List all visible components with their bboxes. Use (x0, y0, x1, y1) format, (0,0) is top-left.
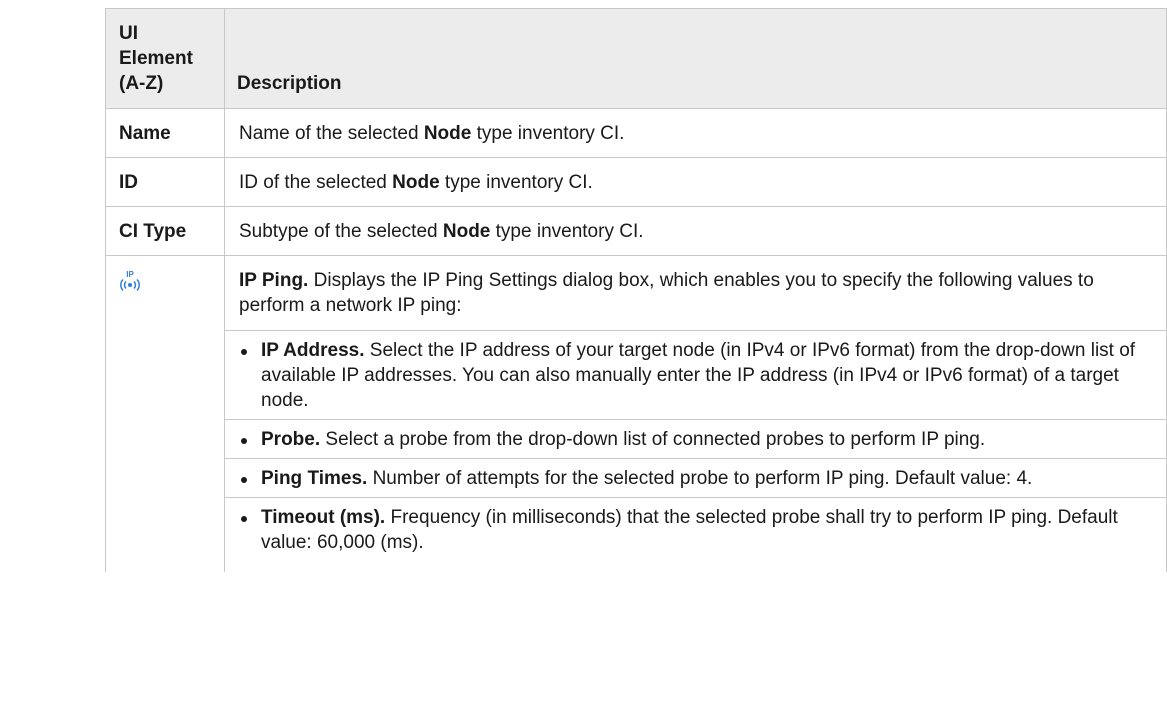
desc-text: type inventory CI. (471, 123, 625, 144)
list-item: IP Address. Select the IP address of you… (225, 331, 1166, 419)
desc-text: Subtype of the selected (239, 221, 443, 242)
ip-ping-description: IP Ping. Displays the IP Ping Settings d… (224, 255, 1167, 572)
bullet-icon (241, 477, 247, 483)
table-row: CI Type Subtype of the selected Node typ… (105, 206, 1167, 256)
table-row-ip-ping: IP IP Ping. Displays the IP Ping Setting… (105, 255, 1167, 572)
option-term: Timeout (ms). (261, 507, 386, 528)
table-row: ID ID of the selected Node type inventor… (105, 157, 1167, 207)
header-ui-element-label: UI Element (A-Z) (119, 23, 193, 94)
desc-bold: Node (423, 123, 472, 144)
option-text: Select a probe from the drop-down list o… (320, 429, 986, 450)
desc-text: ID of the selected (239, 172, 393, 193)
ip-ping-icon: IP (119, 269, 141, 293)
ip-ping-title: IP Ping. (239, 270, 309, 291)
ip-ping-icon-text: IP (126, 270, 134, 279)
table-header-row: UI Element (A-Z) Description (105, 8, 1167, 109)
header-ui-element: UI Element (A-Z) (105, 8, 225, 109)
desc-text: type inventory CI. (439, 172, 593, 193)
option-text: Frequency (in milliseconds) that the sel… (261, 507, 1118, 553)
bullet-icon (241, 516, 247, 522)
table-row: Name Name of the selected Node type inve… (105, 108, 1167, 158)
list-item: Timeout (ms). Frequency (in milliseconds… (225, 497, 1166, 561)
list-item: Ping Times. Number of attempts for the s… (225, 458, 1166, 497)
ip-ping-intro-text: Displays the IP Ping Settings dialog box… (239, 270, 1094, 316)
list-item: Probe. Select a probe from the drop-down… (225, 419, 1166, 458)
option-term: Ping Times. (261, 468, 368, 489)
option-text: Select the IP address of your target nod… (261, 340, 1136, 411)
row-description: ID of the selected Node type inventory C… (224, 157, 1167, 207)
desc-bold: Node (392, 172, 440, 193)
ui-elements-table: UI Element (A-Z) Description Name Name o… (105, 8, 1167, 572)
row-description: Subtype of the selected Node type invent… (224, 206, 1167, 256)
bullet-icon (241, 438, 247, 444)
desc-text: type inventory CI. (490, 221, 644, 242)
desc-text: Name of the selected (239, 123, 424, 144)
ip-ping-options-list: IP Address. Select the IP address of you… (225, 331, 1166, 561)
option-term: Probe. (261, 429, 321, 450)
row-element: Name (105, 108, 225, 158)
ip-ping-intro: IP Ping. Displays the IP Ping Settings d… (239, 268, 1154, 318)
option-text: Number of attempts for the selected prob… (367, 468, 1033, 489)
option-term: IP Address. (261, 340, 365, 361)
row-element: CI Type (105, 206, 225, 256)
row-element-icon-cell: IP (105, 255, 225, 572)
header-description: Description (224, 8, 1167, 109)
row-element: ID (105, 157, 225, 207)
desc-bold: Node (442, 221, 491, 242)
bullet-icon (241, 349, 247, 355)
row-description: Name of the selected Node type inventory… (224, 108, 1167, 158)
